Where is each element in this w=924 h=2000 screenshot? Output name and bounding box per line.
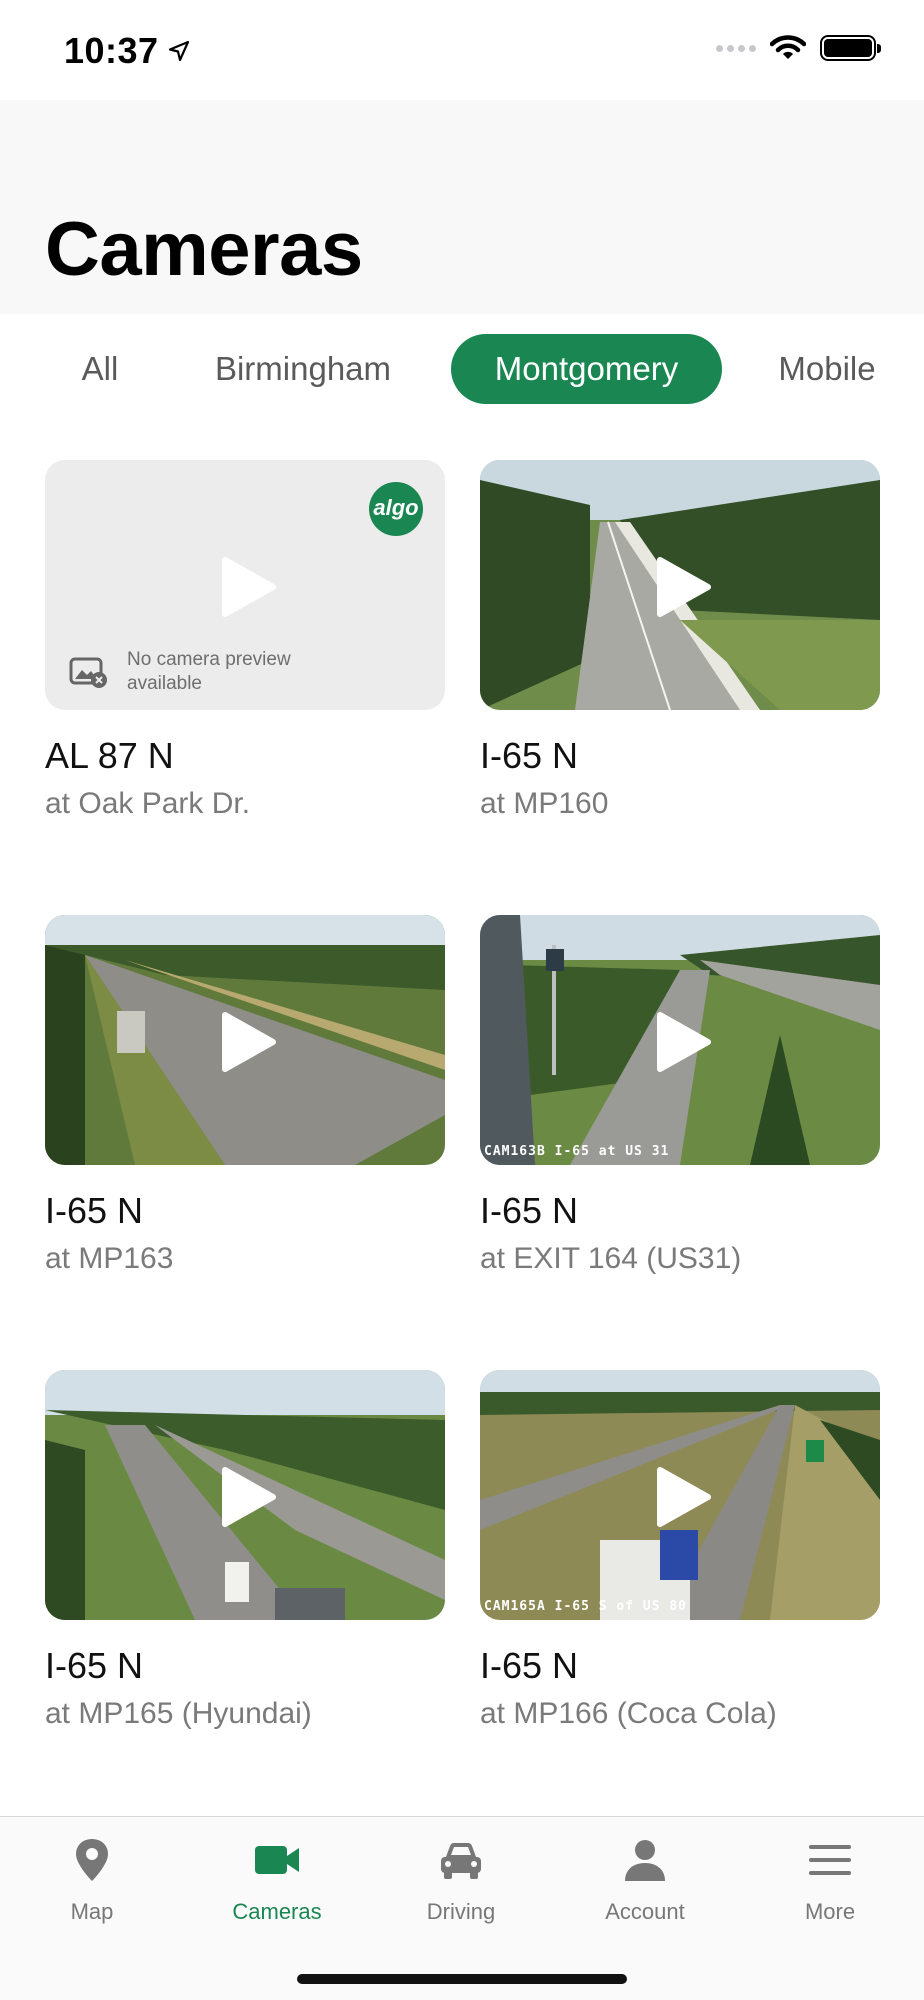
no-preview-notice: No camera preview available (69, 648, 327, 696)
status-time: 10:37 (64, 30, 191, 72)
tab-cameras[interactable]: Cameras (197, 1835, 357, 1945)
tab-label: Cameras (232, 1899, 322, 1924)
tab-label: Driving (426, 1899, 496, 1924)
camera-location: at MP163 (45, 1242, 174, 1275)
camera-route: I-65 N (45, 1645, 144, 1686)
camera-card[interactable]: CAM163B I-65 at US 31 I-65 N at EXIT 164… (480, 915, 880, 1279)
status-indicators (716, 34, 881, 62)
video-camera-icon (255, 1846, 299, 1874)
tab-label: Map (70, 1899, 114, 1924)
filter-chip-montgomery[interactable]: Montgomery (451, 334, 722, 404)
camera-location: at MP165 (Hyundai) (45, 1697, 312, 1730)
page-title: Cameras (45, 207, 363, 292)
camera-location: at MP166 (Coca Cola) (480, 1697, 777, 1730)
camera-card[interactable]: algo No camera preview available AL 87 N… (45, 460, 445, 824)
region-filter-bar: All Birmingham Montgomery Mobile (0, 334, 924, 404)
camera-route: AL 87 N (45, 735, 174, 776)
map-pin-icon (76, 1839, 108, 1881)
car-icon (441, 1843, 481, 1879)
battery-icon (820, 35, 881, 61)
home-indicator[interactable] (297, 1974, 627, 1984)
camera-overlay-caption: CAM165A I-65 S of US 80 (484, 1599, 688, 1614)
camera-location: at EXIT 164 (US31) (480, 1242, 742, 1275)
play-icon[interactable] (221, 1466, 277, 1528)
camera-thumbnail[interactable] (480, 460, 880, 710)
camera-route: I-65 N (480, 1190, 579, 1231)
tab-label: Account (605, 1899, 685, 1924)
menu-icon (809, 1845, 851, 1875)
cellular-signal-icon (716, 44, 756, 52)
play-icon[interactable] (656, 1011, 712, 1073)
person-icon (625, 1840, 665, 1881)
camera-overlay-caption: CAM163B I-65 at US 31 (484, 1144, 670, 1159)
play-icon[interactable] (656, 1466, 712, 1528)
status-bar: 10:37 (0, 0, 924, 100)
camera-route: I-65 N (45, 1190, 144, 1231)
tab-account[interactable]: Account (565, 1835, 725, 1945)
image-unavailable-icon (69, 657, 107, 688)
camera-route: I-65 N (480, 1645, 579, 1686)
tab-label: More (804, 1899, 856, 1924)
camera-location: at Oak Park Dr. (45, 787, 251, 820)
camera-thumbnail[interactable]: algo No camera preview available (45, 460, 445, 710)
camera-thumbnail[interactable] (45, 1370, 445, 1620)
tab-map[interactable]: Map (12, 1835, 172, 1945)
play-icon[interactable] (656, 556, 712, 618)
camera-thumbnail[interactable]: CAM165A I-65 S of US 80 (480, 1370, 880, 1620)
camera-thumbnail[interactable] (45, 915, 445, 1165)
location-arrow-icon (168, 40, 189, 62)
camera-card[interactable]: CAM165A I-65 S of US 80 I-65 N at MP166 … (480, 1370, 880, 1734)
play-icon[interactable] (221, 556, 277, 618)
play-icon[interactable] (221, 1011, 277, 1073)
filter-chip-mobile[interactable]: Mobile (766, 334, 888, 404)
tab-bar: Map Cameras Driving Account More (0, 1816, 924, 2000)
wifi-icon (770, 35, 806, 59)
filter-chip-all[interactable]: All (60, 334, 140, 404)
camera-location: at MP160 (480, 787, 609, 820)
filter-chip-birmingham[interactable]: Birmingham (190, 334, 416, 404)
no-preview-text: No camera preview available (127, 649, 291, 694)
camera-card[interactable]: I-65 N at MP165 (Hyundai) (45, 1370, 445, 1734)
camera-card[interactable]: I-65 N at MP160 (480, 460, 880, 824)
tab-driving[interactable]: Driving (381, 1835, 541, 1945)
tab-more[interactable]: More (750, 1835, 910, 1945)
camera-thumbnail[interactable]: CAM163B I-65 at US 31 (480, 915, 880, 1165)
camera-card[interactable]: I-65 N at MP163 (45, 915, 445, 1279)
camera-route: I-65 N (480, 735, 579, 776)
algo-logo-badge: algo (369, 482, 423, 536)
